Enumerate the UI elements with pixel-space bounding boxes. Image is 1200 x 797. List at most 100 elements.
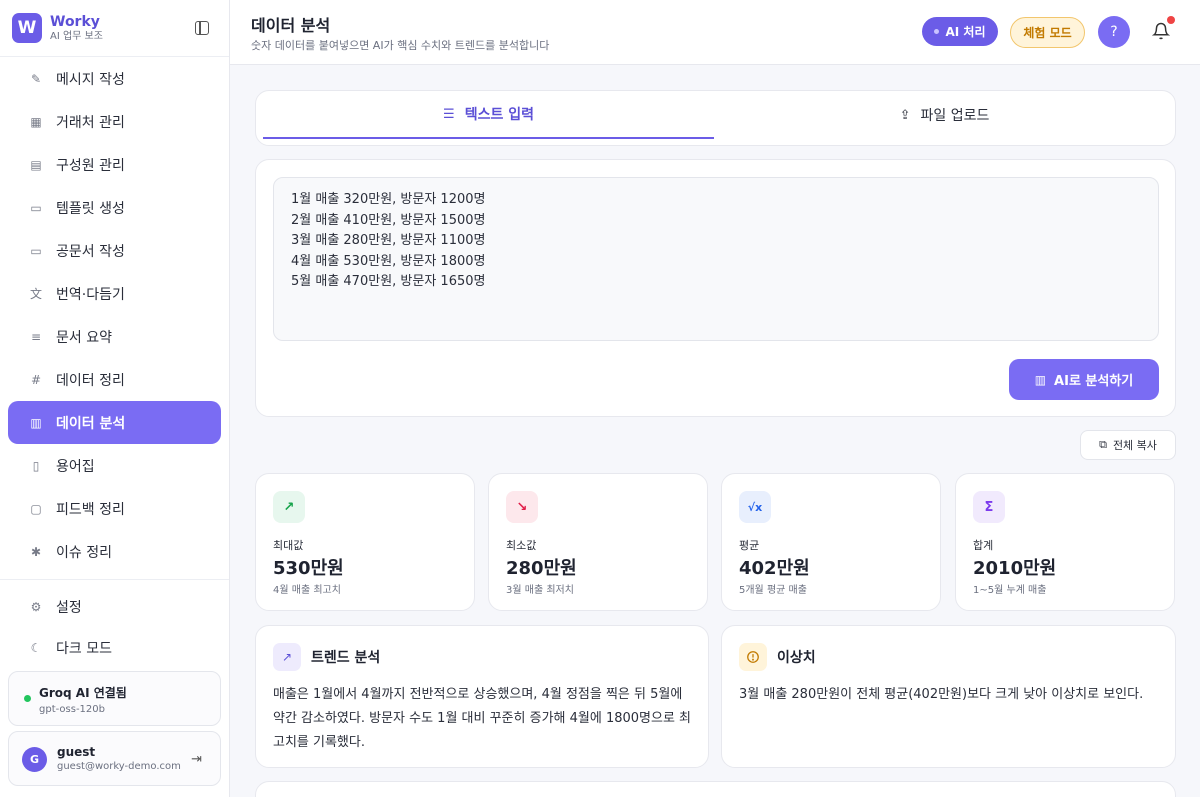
file-upload-icon: ⇪ [899,107,911,123]
text-lines-icon: ☰ [443,106,455,122]
sidebar-item-label: 피드백 정리 [56,501,125,518]
stat-description: 1~5월 누계 매출 [973,585,1047,596]
gear-icon: ⚙ [30,599,42,614]
connection-model: gpt-oss-120b [39,704,105,715]
stat-label: 평균 [739,539,760,552]
input-mode-tabs: ☰ 텍스트 입력 ⇪ 파일 업로드 [255,90,1176,146]
file-icon: ▭ [30,200,42,215]
ai-process-label: AI 처리 [945,25,986,39]
anomaly-text: 3월 매출 280만원이 전체 평균(402만원)보다 크게 낮아 이상치로 보… [739,687,1144,702]
trend-analysis-card: ↗ 트렌드 분석 매출은 1월에서 4월까지 전반적으로 상승했으며, 4월 정… [255,625,709,768]
card-header: 이상치 [739,643,816,671]
sigma-icon: Σ [973,491,1005,523]
card-title: 트렌드 분석 [311,650,381,666]
translate-icon: 文 [29,287,42,301]
dark-mode-label: 다크 모드 [56,640,112,657]
bug-icon: ✱ [30,544,42,559]
sidebar-item-members[interactable]: ▤ 구성원 관리 [8,143,221,186]
trial-mode-button[interactable]: 체험 모드 [1010,17,1085,48]
sidebar-item-settings[interactable]: ⚙ 설정 [8,586,221,627]
stat-description: 4월 매출 최고치 [273,585,341,596]
brand-subtitle: AI 업무 보조 [50,30,103,42]
stat-card-max: ↗ 최대값 530만원 4월 매출 최고치 [255,473,475,611]
sidebar-item-label: 번역·다듬기 [56,286,125,303]
stat-label: 최대값 [273,539,304,552]
message-icon: ▢ [30,501,42,516]
user-email: guest@worky-demo.com [57,761,181,772]
notification-badge [1167,16,1175,24]
dark-mode-toggle[interactable]: ☾ 다크 모드 [8,627,221,668]
sidebar-item-label: 공문서 작성 [56,243,125,260]
sidebar-item-message[interactable]: ✎ 메시지 작성 [8,57,221,100]
sidebar: W Worky AI 업무 보조 ✎ 메시지 작성 ▦ 거래처 관리 ▤ 구성원… [0,0,230,797]
sidebar-item-issues[interactable]: ✱ 이슈 정리 [8,530,221,573]
logout-icon[interactable]: ⇥ [191,752,202,767]
sidebar-collapse-icon[interactable] [195,21,209,35]
stat-description: 3월 매출 최저치 [506,585,574,596]
document-icon: ▭ [30,243,42,258]
stat-value: 280만원 [506,558,577,579]
sidebar-item-label: 이슈 정리 [56,544,112,561]
anomaly-card: 이상치 3월 매출 280만원이 전체 평균(402만원)보다 크게 낮아 이상… [721,625,1176,768]
sidebar-nav: ✎ 메시지 작성 ▦ 거래처 관리 ▤ 구성원 관리 ▭ 템플릿 생성 ▭ 공문… [0,57,229,668]
connection-title: Groq AI 연결됨 [39,686,127,700]
sidebar-item-official-doc[interactable]: ▭ 공문서 작성 [8,229,221,272]
sidebar-item-template[interactable]: ▭ 템플릿 생성 [8,186,221,229]
card-title: 이상치 [777,650,816,666]
sidebar-item-label: 데이터 정리 [56,372,125,389]
stat-card-average: √x 평균 402만원 5개월 평균 매출 [721,473,941,611]
sidebar-item-label: 메시지 작성 [56,71,125,88]
stat-value: 2010만원 [973,558,1057,579]
sidebar-item-summary[interactable]: ≡ 문서 요약 [8,315,221,358]
user-card[interactable]: G guest guest@worky-demo.com ⇥ [8,731,221,786]
brand-text: Worky AI 업무 보조 [50,14,103,43]
sidebar-item-feedback[interactable]: ▢ 피드백 정리 [8,487,221,530]
stat-label: 합계 [973,539,994,552]
next-card [255,781,1176,797]
sidebar-item-label: 설정 [56,599,82,616]
worky-logo[interactable]: W [12,13,42,43]
card-header: ↗ 트렌드 분석 [273,643,380,671]
analyze-label: AI로 분석하기 [1054,374,1134,389]
sidebar-item-label: 데이터 분석 [56,415,126,432]
tab-file-upload[interactable]: ⇪ 파일 업로드 [719,91,1170,139]
stat-label: 최소값 [506,539,537,552]
sidebar-item-glossary[interactable]: ▯ 용어집 [8,444,221,487]
help-button[interactable]: ? [1098,16,1130,48]
dot-icon [934,29,940,34]
trend-up-icon: ↗ [273,491,305,523]
book-icon: ▯ [32,458,40,473]
copy-all-button[interactable]: ⧉ 전체 복사 [1080,430,1176,460]
bar-chart-icon: ▥ [1034,372,1047,387]
avatar: G [22,747,47,772]
sqrt-icon: √x [739,491,771,523]
sidebar-item-data-analysis[interactable]: ▥ 데이터 분석 [8,401,221,444]
sidebar-item-clients[interactable]: ▦ 거래처 관리 [8,100,221,143]
tab-label: 파일 업로드 [920,108,990,124]
stat-card-min: ↘ 최소값 280만원 3월 매출 최저치 [488,473,708,611]
sidebar-item-data-cleanup[interactable]: # 데이터 정리 [8,358,221,401]
copy-label: 전체 복사 [1112,439,1157,452]
building-icon: ▦ [30,114,42,129]
stat-description: 5개월 평균 매출 [739,585,807,596]
copy-icon: ⧉ [1099,438,1107,451]
bar-chart-icon: ▥ [30,415,42,430]
ai-process-button[interactable]: AI 처리 [922,17,998,46]
stat-value: 402만원 [739,558,810,579]
page-subtitle: 숫자 데이터를 붙여넣으면 AI가 핵심 수치와 트렌드를 분석합니다 [251,39,550,52]
sidebar-item-translate[interactable]: 文 번역·다듬기 [8,272,221,315]
trend-icon: ↗ [273,643,301,671]
sidebar-item-label: 용어집 [56,458,95,475]
data-textarea[interactable]: 1월 매출 320만원, 방문자 1200명 2월 매출 410만원, 방문자 … [273,177,1159,341]
stat-card-total: Σ 합계 2010만원 1~5월 누계 매출 [955,473,1175,611]
ai-connection-status: Groq AI 연결됨 gpt-oss-120b [8,671,221,726]
sidebar-divider [0,579,229,580]
sidebar-item-label: 템플릿 생성 [56,200,125,217]
pencil-icon: ✎ [30,71,42,86]
id-card-icon: ▤ [30,157,42,172]
page-title: 데이터 분석 [251,16,331,35]
stat-value: 530만원 [273,558,344,579]
sidebar-item-label: 구성원 관리 [56,157,125,174]
analyze-button[interactable]: ▥ AI로 분석하기 [1009,359,1159,400]
tab-text-input[interactable]: ☰ 텍스트 입력 [263,91,714,139]
